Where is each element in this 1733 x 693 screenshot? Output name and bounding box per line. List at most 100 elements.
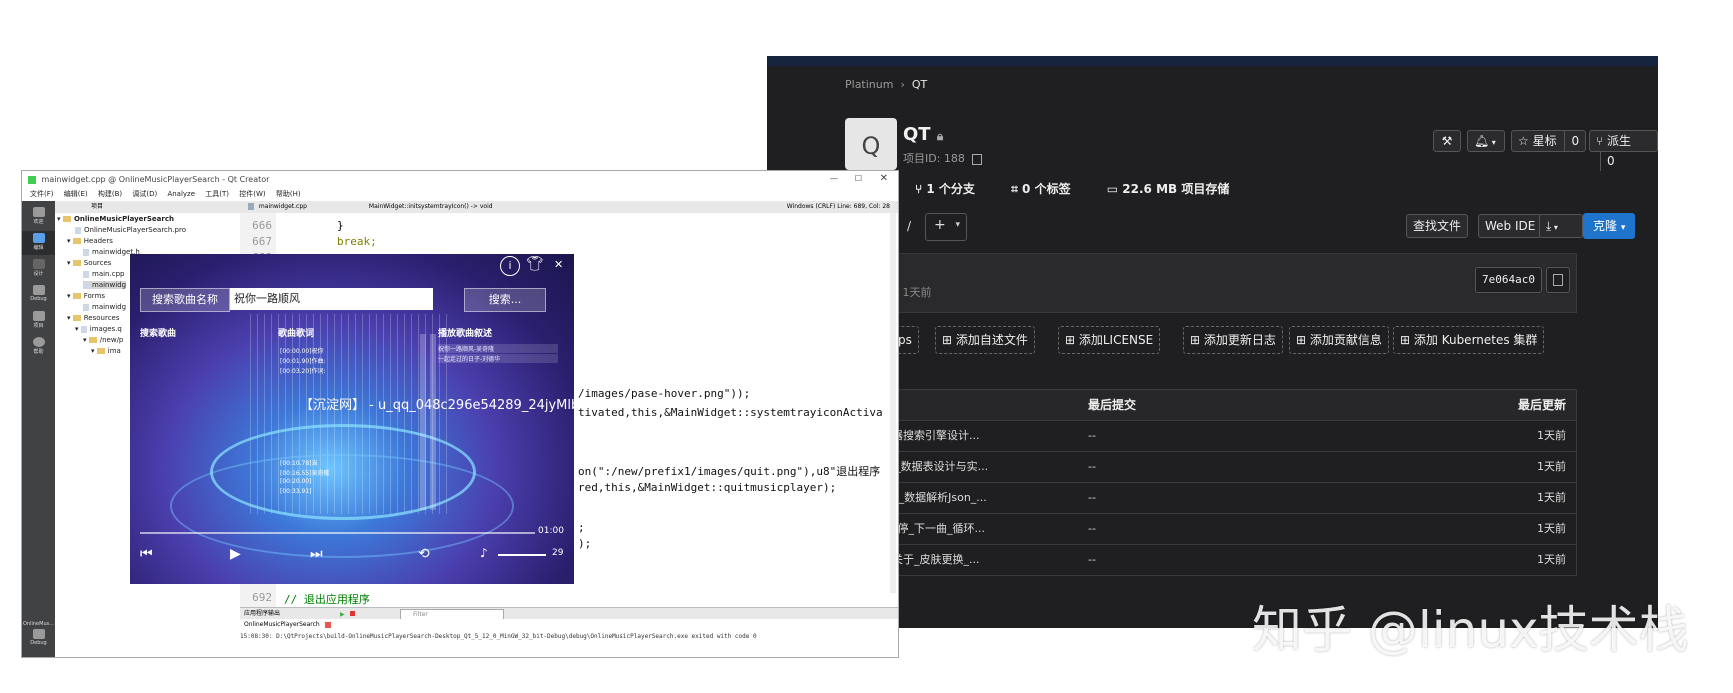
clone-button[interactable]: 克隆 ▾ — [1583, 213, 1636, 239]
table-row[interactable]: P下载音乐_数据解析Json_... -- 1天前 — [847, 483, 1577, 514]
tree-item-forms[interactable]: ▾ Forms — [67, 292, 105, 300]
file-updated: 1天前 — [1537, 460, 1566, 473]
tree-item-images-folder[interactable]: ▾ ima — [91, 347, 121, 355]
history-item[interactable]: 一起走过的日子-刘德华 — [438, 354, 558, 363]
find-file-button[interactable]: 查找文件 — [1406, 214, 1469, 238]
breadcrumb-parent[interactable]: Platinum — [845, 78, 893, 91]
tree-item-form-file[interactable]: mainwidg — [83, 303, 126, 311]
file-table-header: 最后提交 最后更新 — [847, 389, 1577, 421]
tree-item-mainwidget-cpp[interactable]: mainwidg — [83, 281, 127, 289]
tree-item-prefix[interactable]: ▾ /new/p — [83, 336, 123, 344]
tree-item-images-qrc[interactable]: ▾ images.q — [75, 325, 122, 333]
menu-edit[interactable]: 编辑(E) — [64, 190, 88, 198]
settings-wrench-button[interactable]: ⚒︎ — [1433, 130, 1461, 152]
add-kubernetes-button[interactable]: ⊞ 添加 Kubernetes 集群 — [1393, 326, 1545, 354]
mode-edit[interactable]: 编辑 — [22, 231, 55, 255]
file-icon — [80, 325, 87, 333]
play-icon[interactable]: ▶ — [230, 546, 241, 562]
editor-tab-label[interactable]: mainwidget.cpp — [259, 203, 307, 210]
stop-icon[interactable] — [350, 611, 355, 616]
close-icon[interactable] — [324, 621, 331, 628]
editor-vertical-scrollbar[interactable] — [890, 213, 896, 593]
download-button[interactable]: ⤓ ▾ — [1539, 214, 1583, 238]
output-tab[interactable]: OnlineMusicPlayerSearch — [244, 621, 320, 628]
mode-design[interactable]: 设计 — [22, 257, 55, 281]
tree-item-headers[interactable]: ▾ Headers — [67, 237, 113, 245]
search-input[interactable] — [230, 288, 433, 310]
mode-debug[interactable]: Debug — [22, 283, 55, 307]
qt-menubar: 文件(F) 编辑(E) 构建(B) 调试(D) Analyze 工具(T) 控件… — [22, 189, 898, 201]
table-row[interactable]: ite数据库_数据表设计与实... -- 1天前 — [847, 452, 1577, 483]
table-row[interactable]: 搜索引擎关于_皮肤更换_... -- 1天前 — [847, 545, 1577, 576]
menu-analyze[interactable]: Analyze — [167, 190, 195, 198]
tree-item-label: images.q — [89, 325, 122, 333]
file-icon — [75, 226, 81, 234]
mode-welcome[interactable]: 欢迎 — [22, 205, 55, 229]
branches-count: 1 个分支 — [926, 182, 975, 196]
fork-button[interactable]: ⑂ 派生 0 — [1589, 130, 1658, 171]
menu-debug[interactable]: 调试(D) — [132, 190, 157, 198]
breadcrumb-current[interactable]: QT — [912, 78, 927, 91]
skin-shirt-icon[interactable]: 👕︎ — [526, 256, 544, 272]
tree-item-label: Headers — [83, 237, 113, 245]
table-row[interactable]: 曲_播放暂停_下一曲_循环... -- 1天前 — [847, 514, 1577, 545]
output-log-line: 15:08:30: D:\QtProjects\build-OnlineMusi… — [240, 633, 757, 640]
next-icon[interactable]: ⏭ — [310, 546, 323, 562]
search-button[interactable]: 搜索... — [464, 288, 546, 312]
tree-root[interactable]: ▾ OnlineMusicPlayerSearch — [57, 215, 174, 223]
web-ide-button[interactable]: Web IDE — [1478, 214, 1543, 238]
star-button[interactable]: ☆ 星标 0 — [1511, 130, 1587, 152]
monitor-icon — [32, 629, 45, 639]
folder-icon — [72, 293, 81, 299]
tree-item-main-cpp[interactable]: main.cpp — [83, 270, 124, 278]
function-selector[interactable]: MainWidget::initsystemtrayIcon() -> void — [369, 203, 493, 210]
volume-icon[interactable]: ♪ — [480, 546, 488, 560]
tree-item-sources[interactable]: ▾ Sources — [67, 259, 111, 267]
tree-item-label: ima — [107, 347, 121, 355]
tags-stat[interactable]: ⌗ 0 个标签 — [1011, 182, 1086, 196]
volume-slider[interactable] — [498, 554, 546, 556]
add-readme-button[interactable]: ⊞ 添加自述文件 — [935, 326, 1035, 354]
menu-tools[interactable]: 工具(T) — [205, 190, 229, 198]
tree-item-pro[interactable]: OnlineMusicPlayerSearch.pro — [75, 226, 186, 234]
previous-icon[interactable]: ⏮ — [140, 546, 153, 562]
maximize-icon[interactable]: ☐ — [855, 174, 862, 183]
lyrics-scrollbar[interactable] — [420, 334, 426, 510]
copy-id-icon[interactable] — [972, 153, 983, 165]
branches-stat[interactable]: ⑂ 1 个分支 — [915, 182, 991, 196]
menu-help[interactable]: 帮助(H) — [276, 190, 301, 198]
add-license-button[interactable]: ⊞ 添加LICENSE — [1058, 326, 1161, 354]
notification-button[interactable]: 🔔︎ ▾ — [1467, 130, 1505, 152]
breadcrumb: Platinum › QT — [845, 78, 927, 91]
tree-item-resources[interactable]: ▾ Resources — [67, 314, 120, 322]
commit-sha[interactable]: 7e064ac0 — [1475, 267, 1542, 293]
menu-widgets[interactable]: 控件(W) — [239, 190, 265, 198]
table-row[interactable]: 音乐播放器搜索引擎设计... -- 1天前 — [847, 421, 1577, 452]
add-changelog-button[interactable]: ⊞ 添加更新日志 — [1183, 326, 1283, 354]
code-line: tivated,this,&MainWidget::systemtrayicon… — [578, 406, 883, 419]
add-contributing-button[interactable]: ⊞ 添加贡献信息 — [1289, 326, 1389, 354]
col-last-commit: 最后提交 — [1088, 398, 1137, 412]
help-icon — [32, 337, 45, 347]
mode-help[interactable]: 帮助 — [22, 335, 55, 359]
minimize-icon[interactable]: — — [830, 174, 838, 183]
history-item[interactable]: 祝你一路顺风-吴奇隆 — [438, 344, 558, 353]
kit-selector[interactable]: OnlineMus... Debug — [22, 621, 55, 653]
mode-projects[interactable]: 项目 — [22, 309, 55, 333]
add-file-dropdown[interactable]: + ▾ — [925, 213, 967, 241]
star-icon: ☆ — [1518, 134, 1529, 148]
history-scrollbar[interactable] — [430, 334, 436, 510]
menu-build[interactable]: 构建(B) — [98, 190, 122, 198]
loop-icon[interactable]: ⟲ — [418, 546, 430, 562]
close-icon[interactable]: ✕ — [880, 173, 888, 184]
playback-progress-bar[interactable] — [140, 532, 535, 534]
menu-file[interactable]: 文件(F) — [30, 190, 54, 198]
plus-icon: + — [934, 217, 946, 233]
file-icon — [83, 248, 89, 256]
zhihu-watermark: 知乎 @linux技术栈 — [1252, 601, 1689, 659]
copy-sha-button[interactable] — [1546, 267, 1570, 293]
overlay-watermark-text: 【沉淀网】 - u_qq_048c296e54289_24jyMlbK — [300, 398, 574, 413]
close-icon[interactable]: ✕ — [554, 258, 563, 271]
project-pane-title[interactable]: 项目 — [91, 203, 103, 210]
info-icon[interactable]: i — [500, 256, 520, 276]
